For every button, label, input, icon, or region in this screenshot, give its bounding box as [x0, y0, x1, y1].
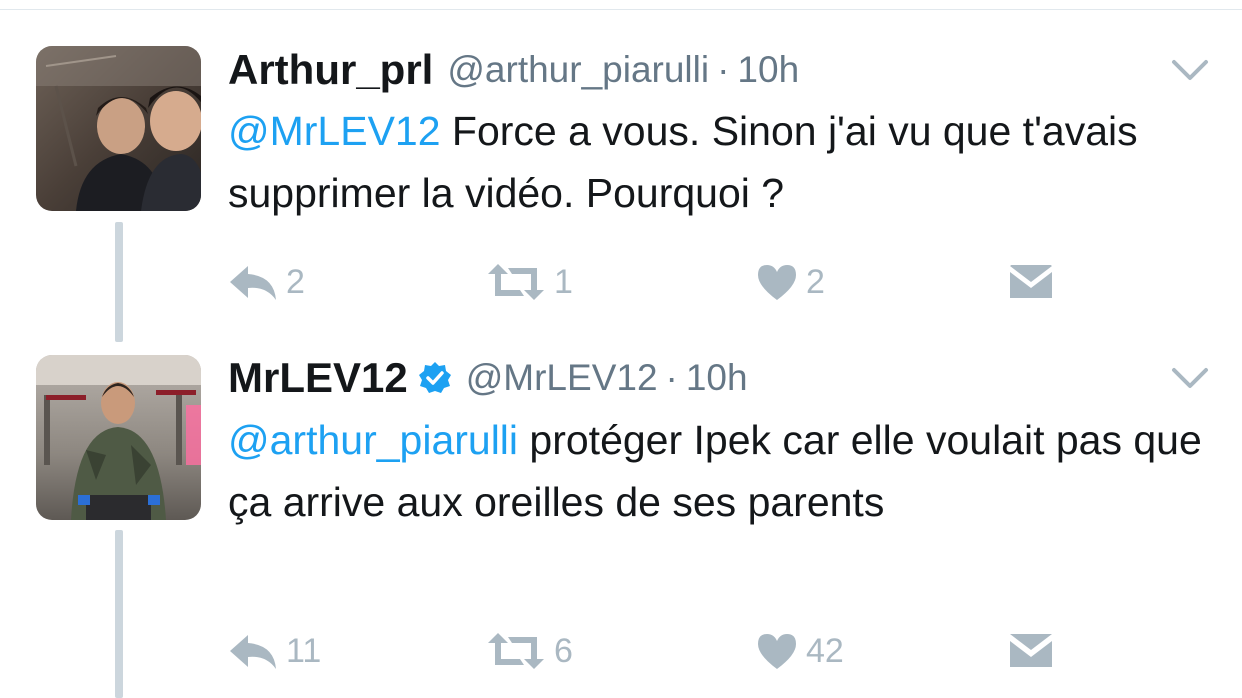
- like-button[interactable]: 42: [756, 629, 844, 673]
- handle[interactable]: @arthur_piarulli: [447, 49, 709, 91]
- timestamp[interactable]: 10h: [686, 357, 748, 399]
- like-count: 42: [806, 631, 844, 670]
- reply-icon: [228, 262, 278, 302]
- thread-line: [115, 222, 123, 342]
- handle[interactable]: @MrLEV12: [466, 357, 658, 399]
- avatar[interactable]: [36, 355, 201, 520]
- like-button[interactable]: 2: [756, 260, 825, 304]
- reply-button[interactable]: 11: [228, 629, 321, 673]
- tweet-text: @arthur_piarulli protéger Ipek car elle …: [228, 409, 1218, 533]
- envelope-icon: [1008, 631, 1054, 671]
- retweet-icon: [486, 262, 546, 302]
- mention-link[interactable]: @arthur_piarulli: [228, 417, 518, 463]
- reply-icon: [228, 631, 278, 671]
- top-divider: [0, 9, 1242, 10]
- chevron-down-icon[interactable]: [1170, 58, 1210, 84]
- tweet-header: MrLEV12 @MrLEV12 · 10h: [228, 352, 748, 404]
- retweet-button[interactable]: 6: [486, 629, 573, 673]
- avatar[interactable]: [36, 46, 201, 211]
- reply-count: 11: [286, 631, 322, 670]
- reply-count: 2: [286, 262, 305, 301]
- thread-line: [115, 530, 123, 698]
- reply-button[interactable]: 2: [228, 260, 305, 304]
- heart-icon: [756, 262, 798, 302]
- mention-link[interactable]: @MrLEV12: [228, 108, 441, 154]
- separator-dot: ·: [665, 357, 678, 398]
- retweet-button[interactable]: 1: [486, 260, 573, 304]
- heart-icon: [756, 631, 798, 671]
- separator-dot: ·: [717, 49, 730, 90]
- timestamp[interactable]: 10h: [737, 49, 799, 91]
- direct-message-button[interactable]: [1008, 260, 1054, 304]
- display-name[interactable]: MrLEV12: [228, 354, 408, 402]
- tweet-text: @MrLEV12 Force a vous. Sinon j'ai vu que…: [228, 100, 1218, 224]
- retweet-icon: [486, 631, 546, 671]
- chevron-down-icon[interactable]: [1170, 366, 1210, 392]
- display-name[interactable]: Arthur_prl: [228, 46, 433, 94]
- direct-message-button[interactable]: [1008, 629, 1054, 673]
- retweet-count: 1: [554, 262, 573, 301]
- envelope-icon: [1008, 262, 1054, 302]
- like-count: 2: [806, 262, 825, 301]
- tweet-header: Arthur_prl @arthur_piarulli · 10h: [228, 44, 799, 96]
- retweet-count: 6: [554, 631, 573, 670]
- verified-badge-icon: [418, 361, 452, 395]
